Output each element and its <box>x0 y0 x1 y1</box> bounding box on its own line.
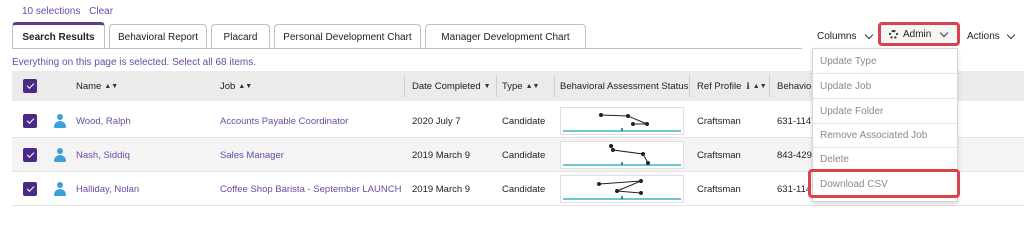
tab-manager-development-chart[interactable]: Manager Development Chart <box>425 24 586 49</box>
column-divider <box>689 75 690 97</box>
report-tabs: Search Results Behavioral Report Placard… <box>12 22 590 49</box>
tab-behavioral-report[interactable]: Behavioral Report <box>109 24 207 49</box>
sort-icon: ▲▼ <box>238 82 253 90</box>
person-type: Candidate <box>502 149 546 161</box>
menu-item-update-type[interactable]: Update Type <box>813 49 957 73</box>
gear-icon <box>889 29 898 39</box>
person-type: Candidate <box>502 115 546 127</box>
clear-selection-link[interactable]: Clear <box>89 6 113 17</box>
chevron-down-icon <box>1006 30 1016 39</box>
menu-item-update-job[interactable]: Update Job <box>813 74 957 98</box>
row-checkbox[interactable] <box>23 182 37 196</box>
selection-count: 10 selections <box>22 6 81 17</box>
actions-label: Actions <box>967 30 1000 42</box>
menu-item-remove-associated-job[interactable]: Remove Associated Job <box>813 123 957 147</box>
tab-placard[interactable]: Placard <box>211 24 270 49</box>
sort-icon: ▲▼ <box>104 82 119 90</box>
tab-divider <box>12 48 802 49</box>
row-checkbox[interactable] <box>23 114 37 128</box>
job-link[interactable]: Sales Manager <box>220 138 284 172</box>
menu-item-delete[interactable]: Delete <box>813 147 957 171</box>
ref-profile: Craftsman <box>697 149 741 161</box>
behavioral-pattern-thumbnail[interactable] <box>560 141 684 169</box>
person-icon <box>54 148 66 162</box>
admin-label: Admin <box>903 28 932 40</box>
tab-search-results[interactable]: Search Results <box>12 22 105 49</box>
person-icon <box>54 182 66 196</box>
info-icon[interactable]: ℹ <box>746 81 749 92</box>
download-csv-highlight <box>808 169 960 198</box>
selection-summary: 10 selections Clear <box>22 6 113 17</box>
actions-button[interactable]: Actions <box>967 26 1016 46</box>
column-divider <box>554 75 555 97</box>
chevron-down-icon <box>940 28 949 37</box>
sort-desc-icon: ▼ <box>483 82 491 90</box>
ref-profile: Craftsman <box>697 183 741 195</box>
admin-button[interactable]: Admin <box>878 22 960 46</box>
column-header-status: Behavioral Assessment Status <box>560 80 689 92</box>
column-header-type[interactable]: Type ▲▼ <box>502 71 539 101</box>
person-type: Candidate <box>502 183 546 195</box>
date-completed: 2020 July 7 <box>412 115 461 127</box>
tab-personal-development-chart[interactable]: Personal Development Chart <box>274 24 421 49</box>
column-header-name[interactable]: Name ▲▼ <box>76 71 118 101</box>
row-checkbox[interactable] <box>23 148 37 162</box>
select-all-message[interactable]: Everything on this page is selected. Sel… <box>12 57 256 68</box>
date-completed: 2019 March 9 <box>412 183 471 195</box>
select-all-checkbox[interactable] <box>23 79 37 93</box>
chevron-down-icon <box>865 30 874 39</box>
column-divider <box>769 75 770 97</box>
person-icon <box>54 114 66 128</box>
candidate-name-link[interactable]: Wood, Ralph <box>76 104 131 138</box>
job-link[interactable]: Accounts Payable Coordinator <box>220 104 348 138</box>
candidate-name-link[interactable]: Halliday, Nolan <box>76 172 139 206</box>
behavioral-pattern-thumbnail[interactable] <box>560 107 684 135</box>
columns-button[interactable]: Columns <box>817 26 874 46</box>
sort-icon: ▲▼ <box>752 82 767 90</box>
behavioral-pattern-thumbnail[interactable] <box>560 175 684 203</box>
column-header-job[interactable]: Job ▲▼ <box>220 71 252 101</box>
column-divider <box>496 75 497 97</box>
column-header-ref-profile[interactable]: Ref Profile ℹ ▲▼ <box>697 71 767 101</box>
behavior-value: 631-1147 <box>777 115 817 127</box>
sort-icon: ▲▼ <box>525 82 540 90</box>
column-header-behavior[interactable]: Behavior <box>777 71 815 101</box>
candidate-name-link[interactable]: Nash, Siddiq <box>76 138 130 172</box>
column-divider <box>404 75 405 97</box>
ref-profile: Craftsman <box>697 115 741 127</box>
columns-label: Columns <box>817 30 857 42</box>
column-header-date-completed[interactable]: Date Completed ▼ <box>412 71 491 101</box>
job-link[interactable]: Coffee Shop Barista - September LAUNCH <box>220 172 401 206</box>
date-completed: 2019 March 9 <box>412 149 471 161</box>
menu-item-update-folder[interactable]: Update Folder <box>813 99 957 123</box>
